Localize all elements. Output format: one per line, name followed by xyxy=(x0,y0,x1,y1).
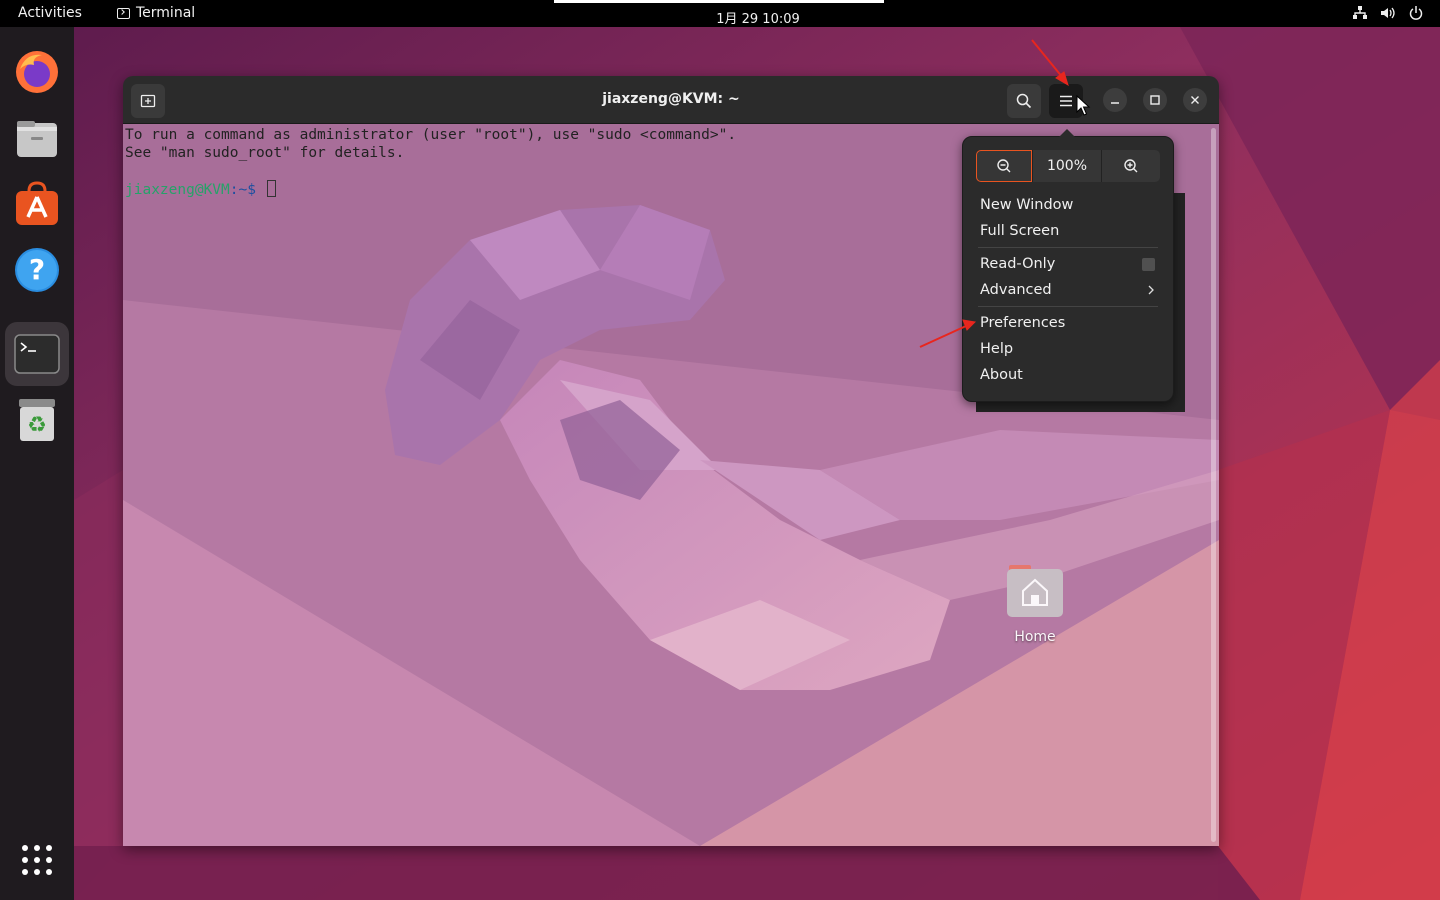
hamburger-icon xyxy=(1060,95,1072,107)
output-line: See "man sudo_root" for details. xyxy=(125,145,405,161)
show-apps-icon[interactable] xyxy=(12,835,62,885)
advanced-label: Advanced xyxy=(980,282,1052,298)
maximize-icon xyxy=(1150,95,1160,105)
menu-item-read-only[interactable]: Read-Only xyxy=(963,251,1173,277)
files-icon[interactable] xyxy=(12,113,62,163)
close-button[interactable] xyxy=(1183,88,1207,112)
scrollbar[interactable] xyxy=(1211,128,1216,842)
svg-text:?: ? xyxy=(29,253,45,286)
chevron-right-icon xyxy=(1148,285,1154,295)
zoom-level[interactable]: 100% xyxy=(1032,150,1102,182)
prompt-path: :~$ xyxy=(229,182,265,198)
text-cursor xyxy=(266,180,276,197)
minimize-icon xyxy=(1111,102,1119,104)
clock[interactable]: 1月 29 10:09 xyxy=(0,8,1440,27)
top-bar: Activities Terminal 1月 29 10:09 xyxy=(0,0,1440,27)
app-center-icon[interactable] xyxy=(12,179,62,229)
prompt-line: jiaxzeng@KVM:~$ xyxy=(125,180,276,199)
zoom-controls: 100% xyxy=(976,150,1160,182)
read-only-checkbox[interactable] xyxy=(1142,257,1155,271)
terminal-icon[interactable] xyxy=(5,322,69,386)
menu-separator xyxy=(978,306,1158,307)
zoom-in-button[interactable] xyxy=(1102,150,1160,182)
prompt-user: jiaxzeng@KVM xyxy=(125,182,230,198)
search-button[interactable] xyxy=(1007,84,1041,118)
firefox-icon[interactable] xyxy=(12,47,62,97)
notification-strip xyxy=(554,0,884,3)
zoom-in-icon xyxy=(1124,159,1138,173)
zoom-out-button[interactable] xyxy=(976,150,1032,182)
menu-item-help[interactable]: Help xyxy=(963,336,1173,362)
system-tray[interactable] xyxy=(1352,5,1424,21)
dock: ? ♻ xyxy=(0,27,74,900)
network-icon[interactable] xyxy=(1352,5,1368,21)
menu-separator xyxy=(978,247,1158,248)
svg-text:♻: ♻ xyxy=(27,413,47,438)
minimize-button[interactable] xyxy=(1103,88,1127,112)
menu-item-full-screen[interactable]: Full Screen xyxy=(963,218,1173,244)
menu-item-advanced[interactable]: Advanced xyxy=(963,277,1173,303)
search-icon xyxy=(1016,93,1032,109)
maximize-button[interactable] xyxy=(1143,88,1167,112)
zoom-out-icon xyxy=(997,159,1011,173)
close-icon xyxy=(1191,96,1199,104)
menu-item-about[interactable]: About xyxy=(963,362,1173,388)
menu-item-preferences[interactable]: Preferences xyxy=(963,310,1173,336)
main-menu-button[interactable] xyxy=(1049,84,1083,118)
main-menu-popover: 100% New Window Full Screen Read-Only Ad… xyxy=(962,129,1174,402)
volume-icon[interactable] xyxy=(1380,5,1396,21)
terminal-headerbar[interactable]: jiaxzeng@KVM: ~ xyxy=(123,76,1219,124)
help-icon[interactable]: ? xyxy=(12,245,62,295)
power-icon[interactable] xyxy=(1408,5,1424,21)
read-only-label: Read-Only xyxy=(980,256,1056,272)
menu-item-new-window[interactable]: New Window xyxy=(963,192,1173,218)
output-line: To run a command as administrator (user … xyxy=(125,127,737,143)
trash-icon[interactable]: ♻ xyxy=(12,395,62,445)
